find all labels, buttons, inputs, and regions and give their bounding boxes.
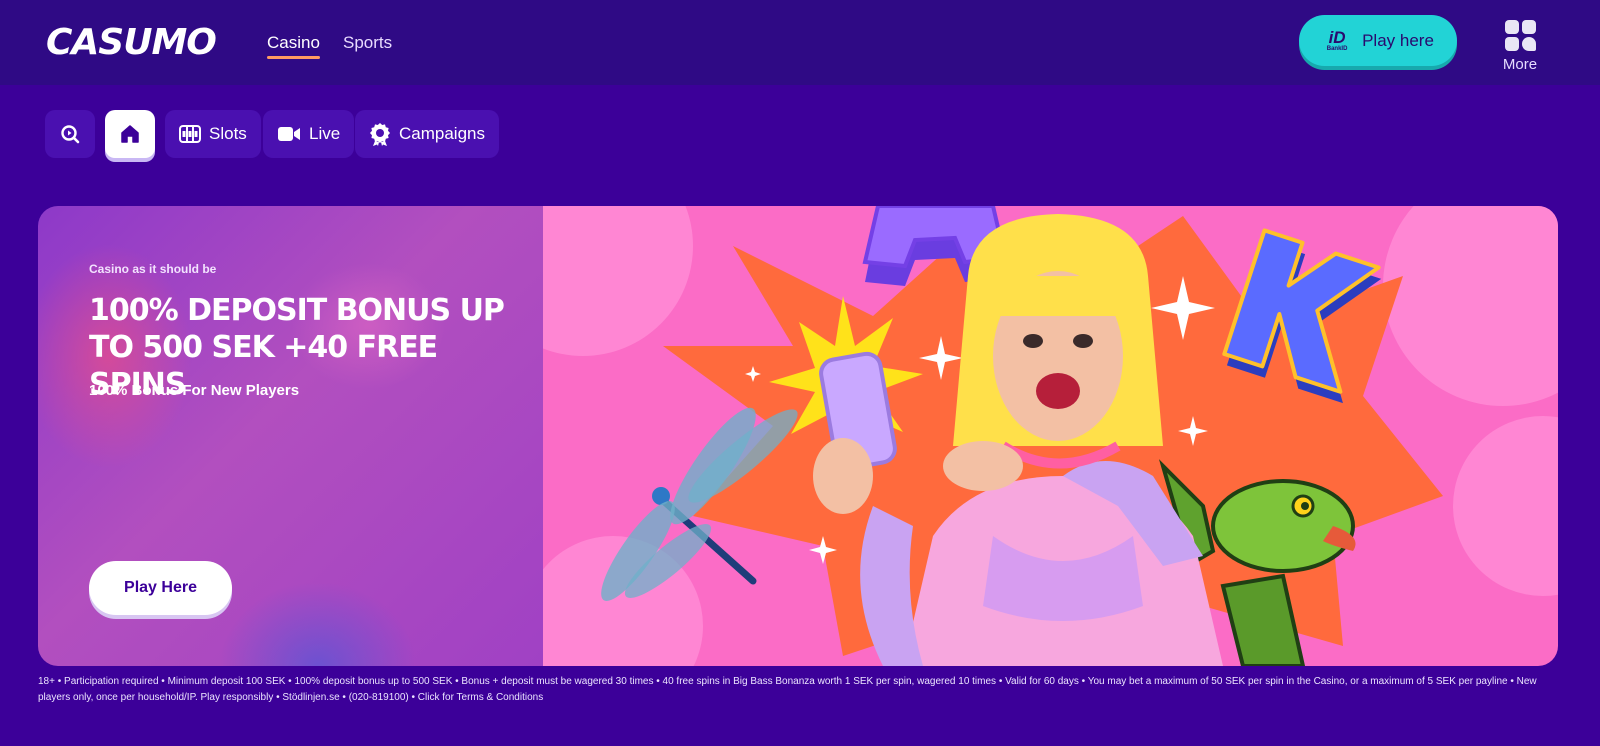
top-header: CASUMO Casino Sports iD BankID Play here… [0,0,1600,85]
search-icon [61,125,80,144]
category-home[interactable] [105,110,155,158]
video-camera-icon [278,127,300,141]
nav-sports[interactable]: Sports [343,33,392,53]
category-live-label: Live [309,124,341,143]
bankid-icon: iD BankID [1322,26,1352,56]
banner-subheadline: 100% Bonus For New Players [89,382,300,399]
nav-casino[interactable]: Casino [267,33,320,59]
category-slots-label: Slots [209,124,247,143]
play-here-header-label: Play here [1362,30,1434,50]
award-badge-icon [370,123,390,146]
play-here-banner-button[interactable]: Play Here [89,561,232,615]
category-campaigns-label: Campaigns [399,124,485,143]
more-label: More [1502,56,1538,73]
bankid-text: BankID [1326,45,1348,52]
home-icon [121,125,139,143]
bankid-mark: iD [1328,27,1346,47]
terms-disclaimer[interactable]: 18+ • Participation required • Minimum d… [38,674,1568,706]
category-search[interactable] [45,110,95,158]
slots-icon [179,125,201,143]
banner-text-panel: Casino as it should be 100% DEPOSIT BONU… [38,206,543,666]
casumo-logo[interactable]: CASUMO [46,22,217,63]
category-campaigns[interactable]: Campaigns [355,110,499,158]
category-slots[interactable]: Slots [165,110,261,158]
category-live[interactable]: Live [263,110,355,158]
play-here-header-button[interactable]: iD BankID Play here [1299,15,1457,66]
banner-tagline: Casino as it should be [89,262,217,276]
banner-artwork [473,206,1558,666]
promo-banner[interactable]: Casino as it should be 100% DEPOSIT BONU… [38,206,1558,666]
more-menu-button[interactable]: More [1500,20,1540,73]
banner-illustration [473,206,1558,666]
grid-menu-icon [1504,20,1536,51]
